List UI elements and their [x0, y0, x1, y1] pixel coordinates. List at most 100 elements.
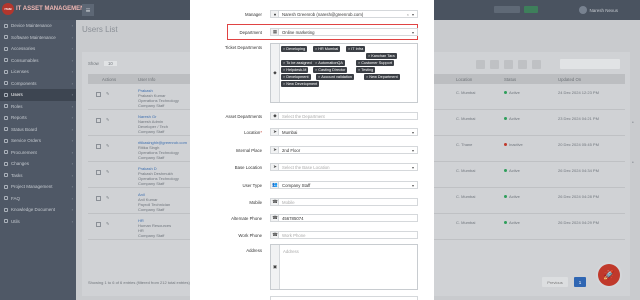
sidebar-item-consumables[interactable]: Consumables › — [0, 55, 76, 67]
menu-toggle-icon[interactable]: ≡ — [82, 4, 94, 16]
sidebar-item-accessories[interactable]: Accessories › — [0, 43, 76, 55]
remove-tag-icon[interactable]: × — [315, 61, 317, 65]
alternate-phone-input[interactable]: 456785074 — [278, 214, 418, 222]
prev-page-button[interactable]: Previous — [542, 277, 568, 287]
edit-icon[interactable]: ✎ — [106, 169, 109, 174]
print-icon[interactable] — [490, 60, 499, 69]
remove-tag-icon[interactable]: × — [315, 47, 317, 51]
sidebar-item-changes[interactable]: Changes › — [0, 158, 76, 170]
manager-select[interactable]: Naresh Greenrob (naresh@greenrob.com) × ▾ — [278, 10, 418, 18]
edit-icon[interactable]: ✎ — [106, 117, 109, 122]
base-location-select[interactable]: Select the Base Location ▾ — [278, 163, 418, 171]
export-icon[interactable] — [476, 60, 485, 69]
sidebar-item-faq[interactable]: FAQ › — [0, 193, 76, 205]
edit-icon[interactable]: ✎ — [106, 91, 109, 96]
department-label: Department — [239, 29, 262, 35]
department-tag[interactable]: × New Department — [364, 74, 400, 80]
department-tag[interactable]: × Kanchan Tara — [366, 53, 397, 59]
row-checkbox[interactable] — [96, 144, 101, 149]
sidebar-item-software-maintenance[interactable]: Software Maintenance › — [0, 32, 76, 44]
sidebar-item-roles[interactable]: Roles › — [0, 101, 76, 113]
user-type-select[interactable]: Company Staff ▾ — [278, 181, 418, 189]
columns-icon[interactable] — [518, 60, 527, 69]
sidebar-item-licenses[interactable]: Licenses › — [0, 66, 76, 78]
work-phone-input[interactable]: Work Phone — [278, 231, 418, 239]
page-1-button[interactable]: 1 — [574, 277, 586, 287]
remove-tag-icon[interactable]: × — [366, 75, 368, 79]
remove-tag-icon[interactable]: × — [283, 68, 285, 72]
sidebar-item-tasks[interactable]: Tasks › — [0, 170, 76, 182]
show-select[interactable]: 10 — [103, 61, 117, 66]
base-location-placeholder: Select the Base Location — [282, 164, 330, 170]
department-tag[interactable]: × Developing — [281, 46, 308, 52]
prev-label: Previous — [547, 279, 563, 285]
mobile-input[interactable]: Mobile — [278, 198, 418, 206]
department-tag[interactable]: × AutomationQA — [313, 60, 345, 66]
user-type-label: User Type — [242, 182, 262, 188]
updated-cell: 20 Dec 2024 05:45 PM — [558, 142, 599, 147]
edit-icon[interactable]: ✎ — [106, 195, 109, 200]
department-tag[interactable]: × New Development — [281, 81, 320, 87]
plug-icon — [4, 46, 8, 51]
remove-tag-icon[interactable]: × — [358, 61, 360, 65]
remove-tag-icon[interactable]: × — [358, 68, 360, 72]
sidebar-item-utils[interactable]: Utils › — [0, 216, 76, 228]
remove-tag-icon[interactable]: × — [368, 54, 370, 58]
row-checkbox[interactable] — [96, 196, 101, 201]
department-tag[interactable]: × Account validation — [316, 74, 355, 80]
department-select[interactable]: Online marketing ▾ — [278, 28, 418, 36]
sidebar-item-label: Utils — [11, 218, 20, 224]
remove-tag-icon[interactable]: × — [283, 47, 285, 51]
department-tag[interactable]: × Testing — [356, 67, 376, 73]
department-tag[interactable]: × To be assigned — [281, 60, 314, 66]
status-badge: Inactive — [504, 142, 523, 147]
sidebar-item-users[interactable]: Users › — [0, 89, 76, 101]
asset-departments-select[interactable]: Select the Department — [278, 112, 418, 120]
remove-tag-icon[interactable]: × — [283, 82, 285, 86]
sidebar-item-components[interactable]: Components › — [0, 78, 76, 90]
remove-tag-icon[interactable]: × — [318, 75, 320, 79]
department-tag[interactable]: × Customer Support — [356, 60, 395, 66]
department-tag[interactable]: × Helpdesk-M — [281, 67, 309, 73]
remove-tag-icon[interactable]: × — [283, 75, 285, 79]
filter-icon[interactable] — [504, 60, 513, 69]
location-cell: C. Mumbai — [456, 168, 476, 173]
sidebar-item-project-management[interactable]: Project Management › — [0, 181, 76, 193]
chevron-right-icon: › — [71, 207, 73, 213]
sidebar-item-device-maintenance[interactable]: Device Maintenance › — [0, 20, 76, 32]
sidebar-item-service-orders[interactable]: Service Orders › — [0, 135, 76, 147]
edit-icon[interactable]: ✎ — [106, 143, 109, 148]
sidebar-item-knowledge-document[interactable]: Knowledge Document › — [0, 204, 76, 216]
rocket-icon[interactable]: 🚀 — [598, 264, 620, 286]
location-cell: C. Thane — [456, 142, 473, 147]
sidebar-item-status-board[interactable]: Status Board › — [0, 124, 76, 136]
topbar-notify-button[interactable] — [524, 6, 538, 13]
department-tag[interactable]: × IT Infra — [346, 46, 366, 52]
row-checkbox[interactable] — [96, 92, 101, 97]
department-tag[interactable]: × HR Mumbai — [313, 46, 341, 52]
tag-label: Developing — [286, 47, 306, 51]
app-logo[interactable]: ITAM IT ASSET MANAGEMENT — [2, 2, 88, 16]
remove-tag-icon[interactable]: × — [283, 61, 285, 65]
row-checkbox[interactable] — [96, 222, 101, 227]
remove-tag-icon[interactable]: × — [315, 68, 317, 72]
location-select[interactable]: Mumbai ▾ — [278, 128, 418, 136]
department-tag[interactable]: × Casting Director — [313, 67, 348, 73]
row-checkbox[interactable] — [96, 170, 101, 175]
remove-tag-icon[interactable]: × — [348, 47, 350, 51]
row-checkbox[interactable] — [96, 118, 101, 123]
ticket-departments-multiselect[interactable]: ◆ × Developing × HR Mumbai × IT Infra × Kanchan… — [270, 43, 418, 103]
next-field-input[interactable] — [270, 296, 418, 300]
table-search-input[interactable] — [560, 59, 620, 69]
topbar-action-button[interactable] — [494, 6, 520, 13]
clear-icon[interactable]: × — [407, 12, 409, 17]
user-menu[interactable]: Naresh Nexus — [579, 6, 618, 14]
refresh-icon[interactable] — [532, 60, 541, 69]
address-textarea[interactable]: ▣ Address — [270, 244, 418, 290]
department-tag[interactable]: × Development — [281, 74, 311, 80]
sidebar-item-procurement[interactable]: Procurement › — [0, 147, 76, 159]
internal-place-select[interactable]: 2nd Floor ▾ — [278, 146, 418, 154]
user-info-line: Company Staff — [138, 233, 165, 238]
sidebar-item-reports[interactable]: Reports › — [0, 112, 76, 124]
edit-icon[interactable]: ✎ — [106, 221, 109, 226]
